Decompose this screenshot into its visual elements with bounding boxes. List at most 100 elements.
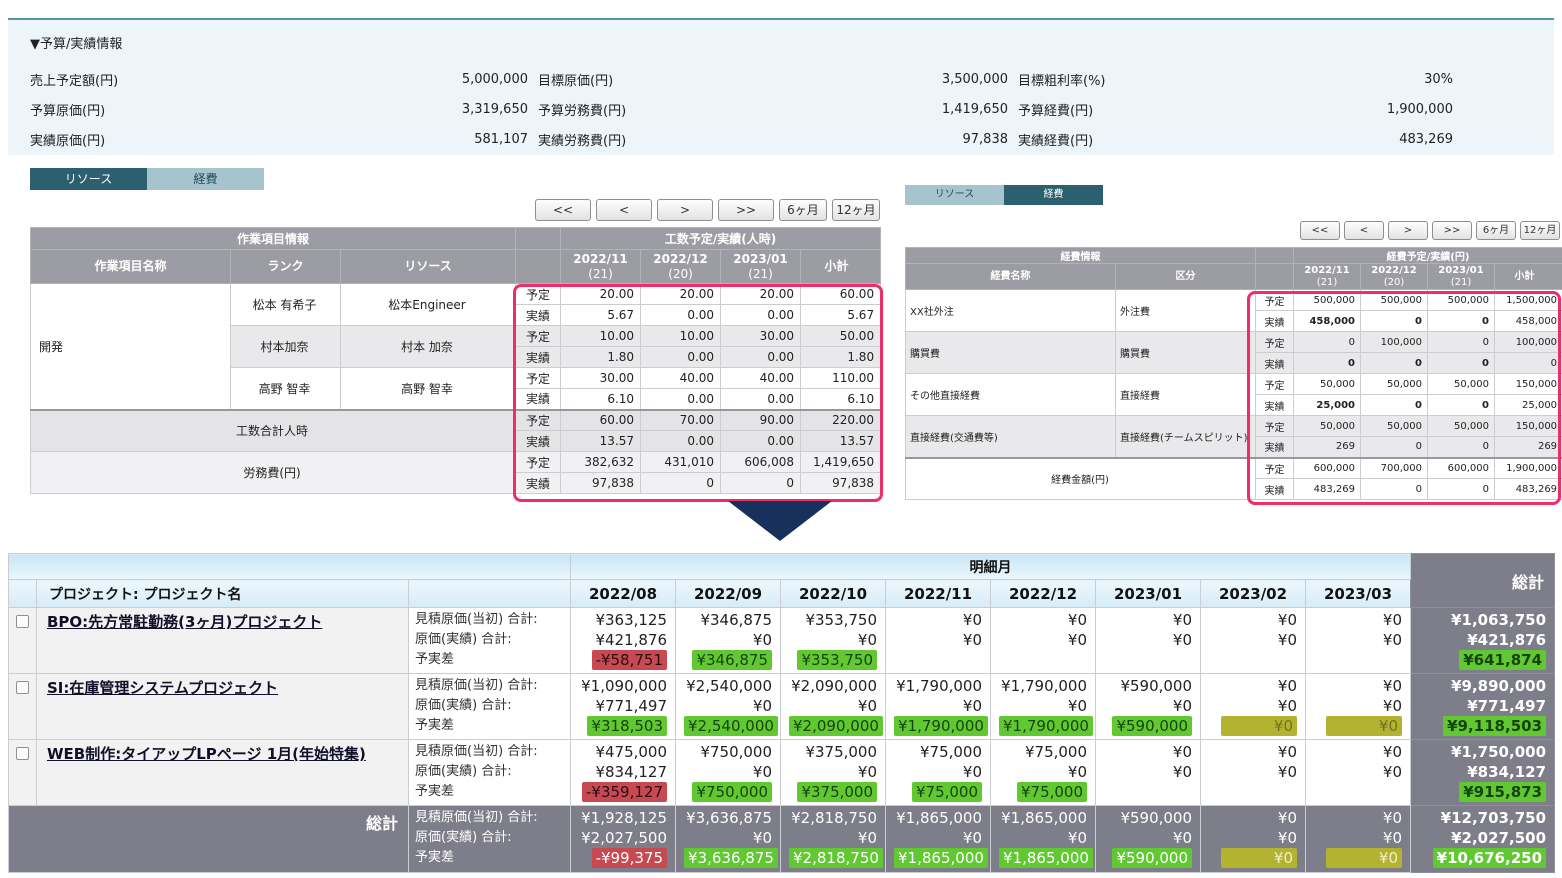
variance-line: ¥1,790,000 (999, 716, 1087, 736)
plan-value: 20.00 (561, 284, 641, 305)
estimate-value: ¥0 (1104, 610, 1192, 630)
month-cell: ¥3,636,875¥0¥3,636,875 (676, 806, 781, 873)
plan-value: 500,000 (1294, 290, 1361, 311)
resource-cell: 高野 智幸 (341, 368, 516, 410)
budget-row: 売上予定額(円)5,000,000目標原価(円)3,500,000目標粗利率(%… (8, 64, 1554, 94)
actual-value: ¥0 (999, 696, 1087, 716)
work-item-group-header: 作業項目情報 (31, 228, 516, 250)
month-cell: ¥0¥0¥0 (1201, 806, 1306, 873)
variance-badge-green: ¥2,818,750 (789, 848, 883, 868)
tab-expense[interactable]: 経費 (147, 168, 264, 190)
expense-total-label: 経費金額(円) (906, 458, 1256, 500)
plan-value: 40.00 (721, 368, 801, 389)
month-cell: ¥2,090,000¥0¥2,090,000 (781, 674, 886, 740)
pager-next[interactable]: > (657, 199, 713, 221)
subtotal-header: 小計 (1495, 264, 1562, 290)
plan-total-value: 220.00 (801, 410, 881, 431)
pager-first[interactable]: << (535, 199, 591, 221)
actual-value-link[interactable]: 0 (1428, 395, 1495, 416)
actual-value: 1.80 (801, 347, 881, 368)
budget-field-label: 予算原価(円) (8, 100, 320, 119)
plan-total-value: 90.00 (721, 410, 801, 431)
variance-line: ¥915,873 (1419, 782, 1546, 802)
actual-value-link[interactable]: 0 (1361, 353, 1428, 374)
variance-line: ¥9,118,503 (1419, 716, 1546, 736)
tab-resource[interactable]: リソース (905, 185, 1004, 205)
pager-prev[interactable]: < (596, 199, 652, 221)
actual-value: ¥0 (894, 696, 982, 716)
project-link[interactable]: SI:在庫管理システムプロジェクト (47, 679, 278, 697)
pager-12months[interactable]: 12ヶ月 (832, 199, 880, 221)
pager-12months[interactable]: 12ヶ月 (1520, 221, 1560, 240)
month-cell: ¥0¥0 (1201, 740, 1306, 806)
detail-month-group-header: 明細月 (571, 554, 1411, 580)
resource-panel-tabs: リソース経費 (30, 168, 264, 190)
pager-next[interactable]: > (1388, 221, 1428, 240)
pager-first[interactable]: << (1300, 221, 1340, 240)
project-row: SI:在庫管理システムプロジェクト見積原価(当初) 合計:原価(実績) 合計:予… (9, 674, 1555, 740)
row-label: 予実差 (415, 782, 564, 802)
month-cell: ¥1,790,000¥0¥1,790,000 (991, 674, 1096, 740)
actual-value: 0.00 (721, 347, 801, 368)
month-header: 2022/12(20) (641, 250, 721, 284)
expense-category-cell: 外注費 (1116, 290, 1256, 332)
pager-6months[interactable]: 6ヶ月 (1476, 221, 1516, 240)
resource-cell: 村本 加奈 (341, 326, 516, 368)
actual-value-link[interactable]: 458,000 (1294, 311, 1361, 332)
actual-value: ¥834,127 (579, 762, 667, 782)
tab-expense[interactable]: 経費 (1004, 185, 1103, 205)
expense-category-cell: 購買費 (1116, 332, 1256, 374)
month-label: 2023/01 (733, 252, 787, 266)
actual-value: 5.67 (801, 305, 881, 326)
project-checkbox[interactable] (16, 747, 29, 760)
checkbox-cell (9, 674, 37, 740)
plan-row-label: 予定 (1256, 416, 1294, 437)
month-header: 2022/11(21) (1294, 264, 1361, 290)
budget-panel-title[interactable]: ▼予算/実績情報 (30, 33, 122, 52)
pager-prev[interactable]: < (1344, 221, 1384, 240)
actual-value: ¥0 (789, 696, 877, 716)
actual-value-link[interactable]: 0 (1361, 311, 1428, 332)
actual-value: ¥771,497 (579, 696, 667, 716)
project-link[interactable]: WEB制作:タイアップLPページ 1月(年始特集) (47, 745, 366, 763)
expense-name-cell: 購買費 (906, 332, 1116, 374)
project-link[interactable]: BPO:先方常駐勤務(3ヶ月)プロジェクト (47, 613, 322, 631)
resource-cell: 松本Engineer (341, 284, 516, 326)
actual-value: ¥0 (789, 630, 877, 650)
pager-6months[interactable]: 6ヶ月 (779, 199, 827, 221)
project-checkbox[interactable] (16, 681, 29, 694)
budget-field-label: 目標原価(円) (528, 70, 838, 89)
month-cell: ¥2,540,000¥0¥2,540,000 (676, 674, 781, 740)
month-cell: ¥346,875¥0¥346,875 (676, 608, 781, 674)
variance-line: ¥353,750 (789, 650, 877, 670)
project-checkbox[interactable] (16, 615, 29, 628)
manhour-group-header: 工数予定/実績(人時) (561, 228, 881, 250)
actual-value-link[interactable]: 25,000 (1294, 395, 1361, 416)
variance-line: ¥0 (1314, 848, 1402, 868)
actual-value-link[interactable]: 0 (1428, 353, 1495, 374)
plan-value: 100,000 (1361, 332, 1428, 353)
pager-last[interactable]: >> (1432, 221, 1472, 240)
row-label: 見積原価(当初) 合計: (415, 742, 564, 762)
month-cell: ¥590,000¥0¥590,000 (1096, 674, 1201, 740)
plan-value: 0 (1294, 332, 1361, 353)
variance-badge-green: ¥1,790,000 (999, 716, 1093, 736)
row-label: 原価(実績) 合計: (415, 828, 564, 848)
actual-value: 269 (1495, 437, 1562, 458)
variance-badge-green: ¥590,000 (1112, 848, 1192, 868)
plan-row-label: 予定 (516, 368, 561, 389)
plan-value: 50,000 (1361, 416, 1428, 437)
plan-value: 10.00 (641, 326, 721, 347)
actual-value: ¥0 (1104, 696, 1192, 716)
variance-badge-green: ¥10,676,250 (1433, 848, 1546, 868)
plan-value: 50,000 (1428, 416, 1495, 437)
actual-value-link[interactable]: 0 (1428, 311, 1495, 332)
actual-value-link[interactable]: 0 (1361, 395, 1428, 416)
actual-value: 6.10 (561, 389, 641, 410)
estimate-value: ¥0 (1104, 742, 1192, 762)
tab-resource[interactable]: リソース (30, 168, 147, 190)
actual-value: ¥0 (1314, 696, 1402, 716)
row-total-cell: ¥9,890,000¥771,497¥9,118,503 (1411, 674, 1555, 740)
pager-last[interactable]: >> (718, 199, 774, 221)
actual-value-link[interactable]: 0 (1294, 353, 1361, 374)
